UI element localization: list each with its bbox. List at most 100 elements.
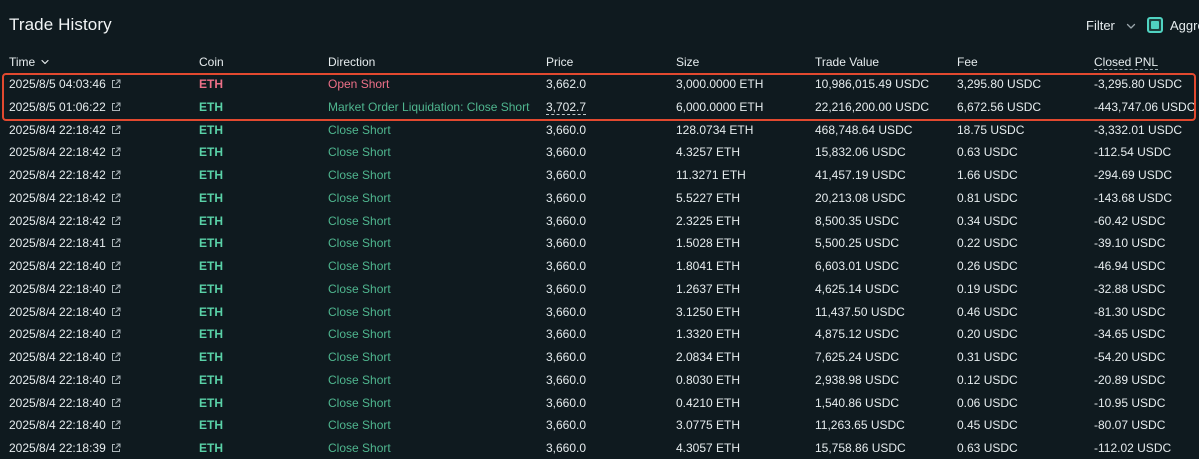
external-link-icon[interactable] bbox=[111, 147, 121, 157]
size-cell: 0.4210 ETH bbox=[676, 395, 741, 410]
external-link-icon[interactable] bbox=[111, 261, 121, 271]
direction-cell: Market Order Liquidation: Close Short bbox=[328, 99, 530, 114]
size-cell: 5.5227 ETH bbox=[676, 190, 741, 205]
external-link-icon[interactable] bbox=[111, 420, 121, 430]
trade-time-cell: 2025/8/4 22:18:42 bbox=[9, 145, 121, 159]
external-link-icon[interactable] bbox=[111, 443, 121, 453]
external-link-icon[interactable] bbox=[111, 307, 121, 317]
column-header-price: Price bbox=[546, 55, 574, 69]
size-cell: 2.0834 ETH bbox=[676, 350, 741, 364]
external-link-icon[interactable] bbox=[111, 102, 121, 112]
trade-time-cell: 2025/8/5 04:03:46 bbox=[9, 77, 121, 91]
size-cell: 3.1250 ETH bbox=[676, 304, 741, 319]
external-link-icon[interactable] bbox=[111, 352, 121, 362]
closed-pnl-cell: -443,747.06 USDC bbox=[1094, 99, 1196, 114]
trade-time: 2025/8/5 04:03:46 bbox=[9, 77, 106, 91]
coin-cell: ETH bbox=[199, 190, 223, 205]
size-cell: 1.3320 ETH bbox=[676, 327, 741, 342]
price-cell: 3,660.0 bbox=[546, 214, 586, 228]
direction-cell: Close Short bbox=[328, 168, 391, 182]
direction-cell: Close Short bbox=[328, 145, 391, 160]
coin-cell: ETH bbox=[199, 236, 223, 251]
column-header-closed-pnl[interactable]: Closed PNL bbox=[1094, 55, 1159, 70]
coin-cell: ETH bbox=[199, 168, 223, 182]
trade-value-cell: 7,625.24 USDC bbox=[815, 350, 900, 364]
price-cell: 3,660.0 bbox=[546, 418, 586, 432]
direction-cell: Close Short bbox=[328, 350, 391, 364]
price-cell: 3,660.0 bbox=[546, 168, 586, 182]
chevron-down-icon bbox=[1126, 23, 1136, 29]
trade-time: 2025/8/4 22:18:40 bbox=[9, 327, 106, 342]
aggregate-checkbox[interactable] bbox=[1147, 17, 1163, 33]
closed-pnl-cell: -60.42 USDC bbox=[1094, 213, 1166, 228]
trade-value-cell: 4,875.12 USDC bbox=[815, 327, 900, 342]
fee-cell: 1.66 USDC bbox=[957, 168, 1018, 182]
aggregate-toggle[interactable]: Aggre bbox=[1147, 17, 1199, 33]
external-link-icon[interactable] bbox=[111, 375, 121, 385]
price-value: 3,660.0 bbox=[546, 304, 587, 319]
external-link-icon[interactable] bbox=[111, 125, 121, 135]
trade-value-cell: 41,457.19 USDC bbox=[815, 168, 906, 182]
closed-pnl-cell: -10.95 USDC bbox=[1094, 395, 1166, 410]
external-link-icon[interactable] bbox=[111, 216, 121, 226]
direction-cell: Close Short bbox=[328, 190, 391, 205]
size-cell: 11.3271 ETH bbox=[676, 168, 746, 182]
filter-dropdown[interactable]: Filter bbox=[1086, 18, 1137, 33]
trade-time: 2025/8/4 22:18:39 bbox=[9, 441, 106, 455]
closed-pnl-cell: -81.30 USDC bbox=[1094, 304, 1166, 319]
price-value[interactable]: 3,702.7 bbox=[546, 99, 587, 115]
external-link-icon[interactable] bbox=[111, 398, 121, 408]
trade-time-cell: 2025/8/4 22:18:40 bbox=[9, 305, 121, 319]
trade-value-cell: 2,938.98 USDC bbox=[815, 372, 900, 387]
external-link-icon[interactable] bbox=[111, 170, 121, 180]
trade-time: 2025/8/5 01:06:22 bbox=[9, 99, 106, 114]
trade-time: 2025/8/4 22:18:42 bbox=[9, 145, 106, 160]
table-row: 2025/8/4 22:18:39 ETH Close Short 3,660.… bbox=[0, 437, 1199, 459]
column-header-time-label: Time bbox=[9, 55, 36, 69]
trade-time-cell: 2025/8/4 22:18:41 bbox=[9, 236, 121, 250]
filter-label: Filter bbox=[1086, 18, 1115, 33]
size-cell: 4.3257 ETH bbox=[676, 145, 741, 160]
fee-cell: 0.63 USDC bbox=[957, 145, 1018, 160]
closed-pnl-cell: -294.69 USDC bbox=[1094, 168, 1173, 182]
aggregate-label: Aggre bbox=[1170, 17, 1199, 33]
direction-cell: Close Short bbox=[328, 395, 391, 410]
closed-pnl-cell: -112.54 USDC bbox=[1094, 145, 1172, 160]
size-cell: 2.3225 ETH bbox=[676, 213, 741, 228]
price-cell: 3,660.0 bbox=[546, 327, 586, 341]
coin-cell: ETH bbox=[199, 418, 223, 433]
table-row: 2025/8/4 22:18:40 ETH Close Short 3,660.… bbox=[0, 392, 1199, 415]
size-cell: 1.5028 ETH bbox=[676, 236, 741, 251]
fee-cell: 0.06 USDC bbox=[957, 395, 1018, 410]
price-cell: 3,660.0 bbox=[546, 396, 586, 410]
price-cell: 3,660.0 bbox=[546, 123, 586, 137]
trade-value-cell: 6,603.01 USDC bbox=[815, 259, 900, 273]
price-value: 3,660.0 bbox=[546, 395, 587, 410]
price-value: 3,660.0 bbox=[546, 418, 587, 433]
external-link-icon[interactable] bbox=[111, 193, 121, 203]
trade-time-cell: 2025/8/4 22:18:40 bbox=[9, 396, 121, 410]
table-row: 2025/8/4 22:18:40 ETH Close Short 3,660.… bbox=[0, 301, 1199, 324]
table-row: 2025/8/4 22:18:42 ETH Close Short 3,660.… bbox=[0, 164, 1199, 187]
direction-cell: Close Short bbox=[328, 418, 391, 433]
table-row: 2025/8/4 22:18:40 ETH Close Short 3,660.… bbox=[0, 414, 1199, 437]
external-link-icon[interactable] bbox=[111, 79, 121, 89]
size-cell: 3,000.0000 ETH bbox=[676, 77, 764, 91]
external-link-icon[interactable] bbox=[111, 238, 121, 248]
price-cell: 3,702.7 bbox=[546, 99, 587, 115]
external-link-icon[interactable] bbox=[111, 329, 121, 339]
table-row: 2025/8/4 22:18:40 ETH Close Short 3,660.… bbox=[0, 323, 1199, 346]
trade-time: 2025/8/4 22:18:40 bbox=[9, 418, 106, 433]
table-row: 2025/8/4 22:18:42 ETH Close Short 3,660.… bbox=[0, 141, 1199, 164]
table-row: 2025/8/4 22:18:40 ETH Close Short 3,660.… bbox=[0, 278, 1199, 301]
trade-time: 2025/8/4 22:18:42 bbox=[9, 122, 106, 137]
price-value: 3,660.0 bbox=[546, 168, 587, 182]
column-header-time[interactable]: Time bbox=[9, 55, 50, 69]
panel-header: Trade History Filter Aggre bbox=[0, 0, 1199, 52]
trade-table-body: 2025/8/5 04:03:46 ETH Open Short 3,662.0… bbox=[0, 73, 1199, 459]
fee-cell: 0.46 USDC bbox=[957, 304, 1018, 319]
price-cell: 3,660.0 bbox=[546, 282, 586, 296]
external-link-icon[interactable] bbox=[111, 284, 121, 294]
price-cell: 3,660.0 bbox=[546, 305, 586, 319]
fee-cell: 0.19 USDC bbox=[957, 281, 1018, 296]
